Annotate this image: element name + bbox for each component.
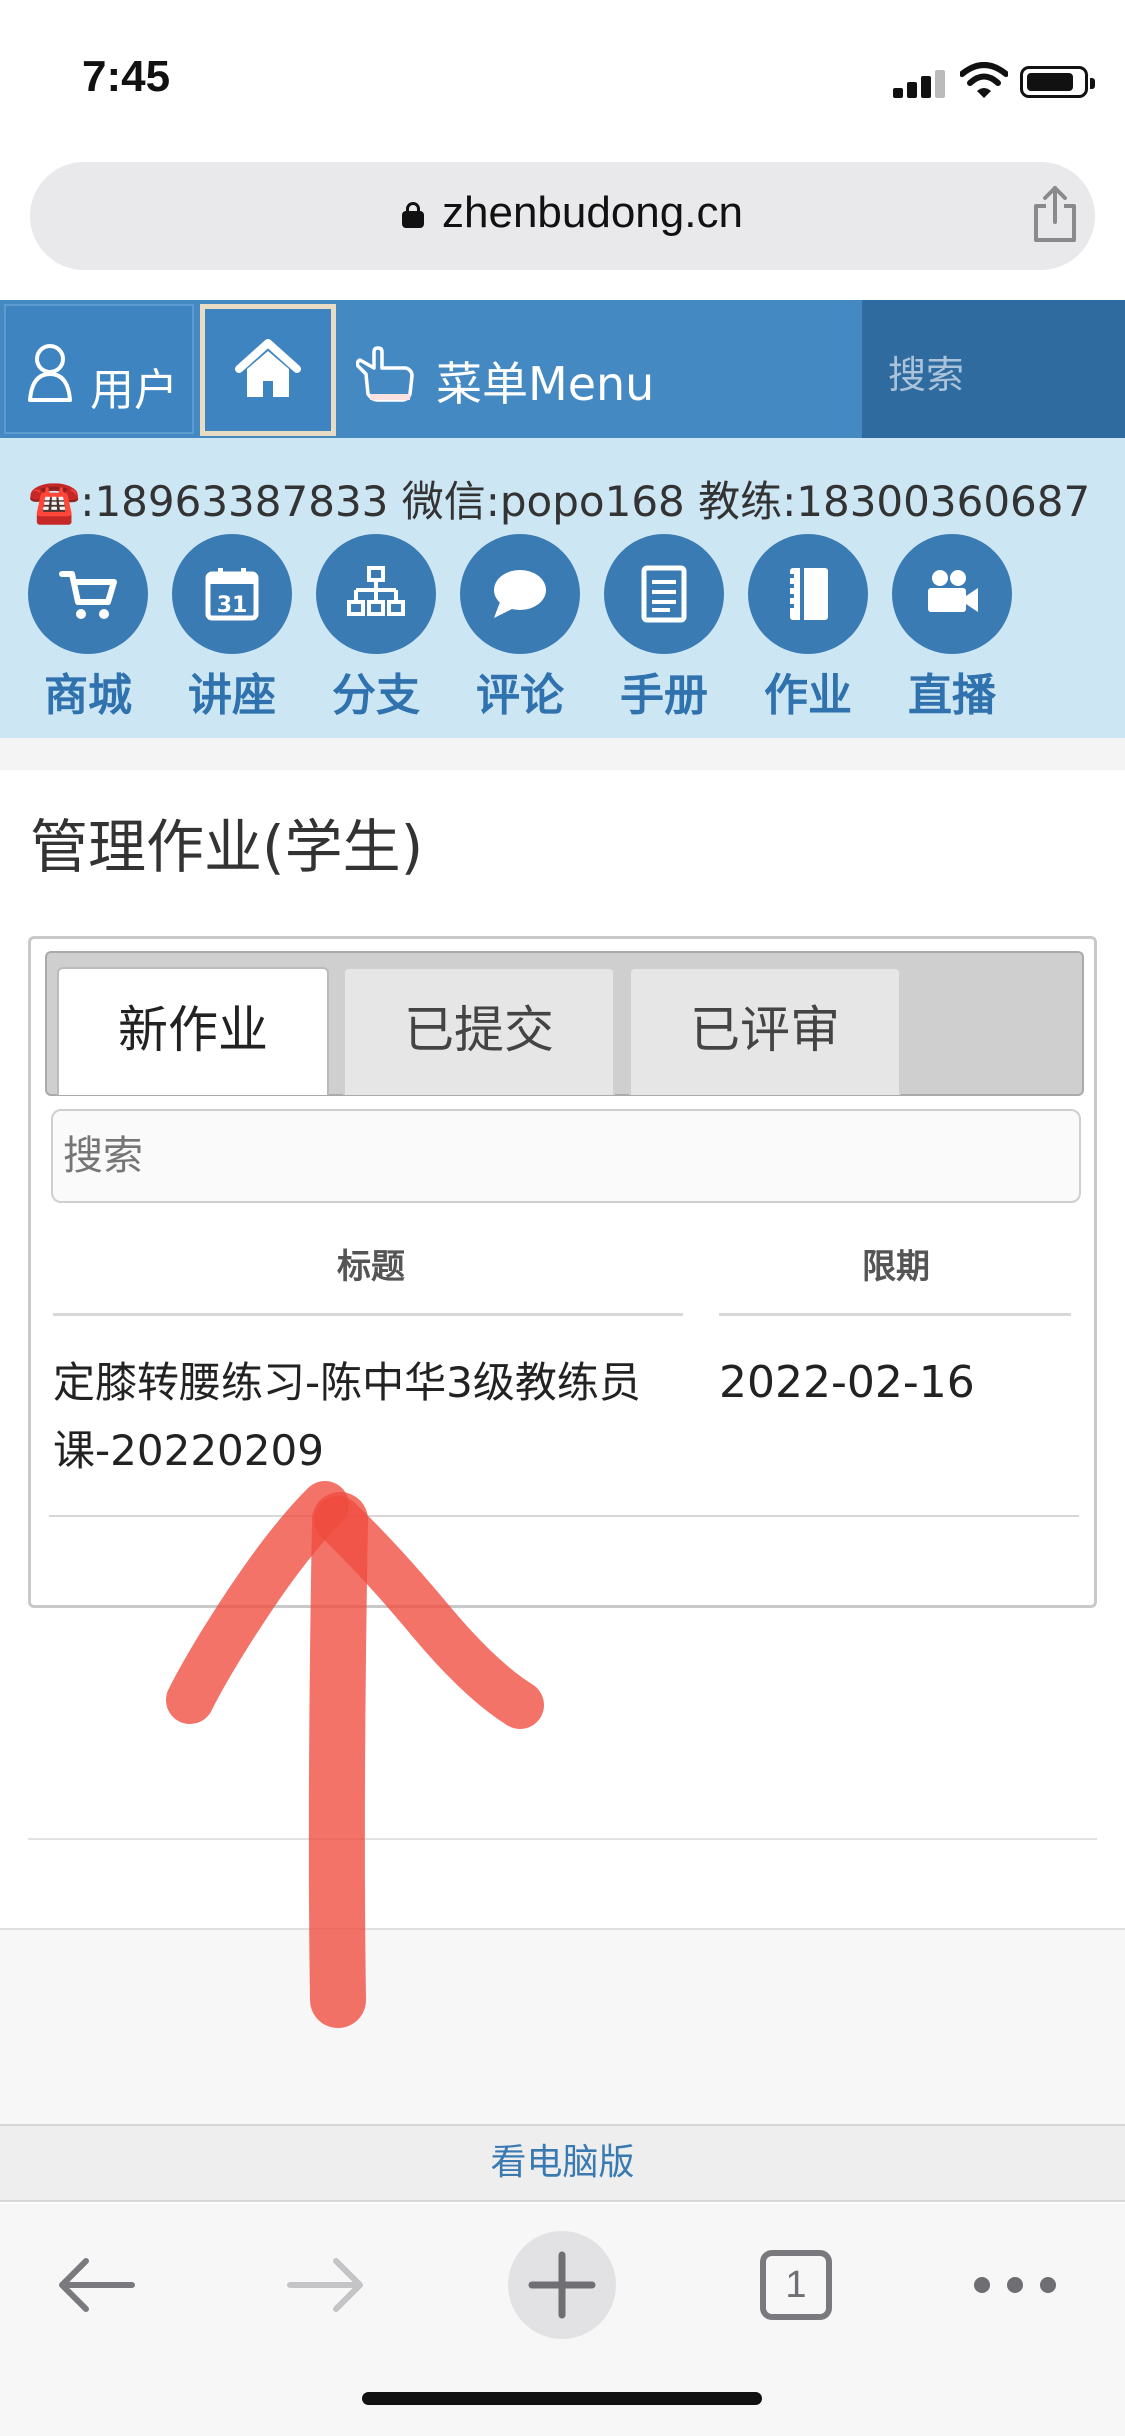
column-header-deadline[interactable]: 限期 (721, 1239, 1071, 1288)
top-nav: 用户 菜单Menu 搜索 (0, 300, 1125, 438)
quick-link-label: 讲座 (188, 670, 276, 721)
notebook-icon (786, 568, 828, 620)
tab-submitted[interactable]: 已提交 (343, 967, 615, 1095)
pointing-hand-icon[interactable] (356, 346, 416, 402)
quick-link-label: 手册 (620, 670, 708, 721)
home-icon (235, 339, 301, 397)
quick-link-comments[interactable]: 评论 (460, 534, 580, 721)
homework-panel: 新作业 已提交 已评审 标题 限期 定膝转腰练习-陈中华3级教练员课-20220… (28, 936, 1097, 1608)
home-button[interactable] (200, 304, 336, 436)
forward-arrow-icon[interactable] (272, 2230, 382, 2340)
comment-icon (494, 570, 546, 618)
tab-bar: 新作业 已提交 已评审 (45, 951, 1084, 1096)
quick-link-label: 商城 (44, 670, 132, 721)
video-camera-icon (928, 570, 978, 612)
quick-link-homework[interactable]: 作业 (748, 534, 868, 721)
quick-link-label: 作业 (764, 670, 852, 721)
book-icon (641, 565, 687, 623)
home-indicator (362, 2392, 762, 2405)
menu-label[interactable]: 菜单Menu (436, 348, 654, 414)
quick-link-handbook[interactable]: 手册 (604, 534, 724, 721)
calendar-icon: 31 (205, 568, 259, 621)
more-dots-icon[interactable] (960, 2230, 1070, 2340)
tab-new-homework[interactable]: 新作业 (57, 967, 329, 1095)
cart-icon (59, 571, 117, 619)
new-tab-plus-icon[interactable] (507, 2230, 617, 2340)
nav-search[interactable]: 搜索 (862, 300, 1125, 438)
lock-icon (402, 202, 424, 228)
share-icon[interactable] (1030, 184, 1080, 244)
tabs-button[interactable]: 1 (742, 2230, 852, 2340)
contact-info: ☎️:18963387833 微信:popo168 教练:18300360687 (28, 468, 1090, 529)
user-icon (28, 344, 72, 402)
header-divider (719, 1313, 1071, 1316)
page-title: 管理作业(学生) (30, 813, 424, 881)
telephone-icon: ☎️ (28, 477, 81, 526)
tabs-count: 1 (760, 2250, 832, 2320)
contact-text: :18963387833 微信:popo168 教练:18300360687 (80, 477, 1091, 526)
status-time: 7:45 (82, 52, 171, 101)
column-header-title[interactable]: 标题 (51, 1239, 691, 1288)
desktop-version-link[interactable]: 看电脑版 (0, 2124, 1125, 2202)
tab-reviewed[interactable]: 已评审 (629, 967, 901, 1095)
footer-area (0, 1928, 1125, 2124)
quick-links-band: ☎️:18963387833 微信:popo168 教练:18300360687… (0, 438, 1125, 738)
sitemap-icon (347, 566, 405, 616)
battery-icon (1020, 66, 1095, 98)
header-divider (53, 1313, 683, 1316)
back-arrow-icon[interactable] (40, 2230, 150, 2340)
user-button[interactable]: 用户 (4, 304, 194, 434)
row-divider (49, 1515, 1079, 1517)
quick-link-label: 直播 (908, 670, 996, 721)
wifi-icon (960, 62, 1008, 98)
divider (28, 1838, 1097, 1840)
section-divider (0, 738, 1125, 770)
nav-search-placeholder[interactable]: 搜索 (888, 344, 964, 399)
homework-title-link[interactable]: 定膝转腰练习-陈中华3级教练员课-20220209 (53, 1349, 693, 1485)
quick-link-live[interactable]: 直播 (892, 534, 1012, 721)
homework-search-input[interactable] (51, 1109, 1081, 1203)
user-label: 用户 (90, 365, 178, 416)
address-bar[interactable]: zhenbudong.cn (30, 162, 1095, 270)
quick-link-shop[interactable]: 商城 (28, 534, 148, 721)
cellular-signal-icon (893, 70, 945, 98)
quick-link-branches[interactable]: 分支 (316, 534, 436, 721)
quick-link-label: 评论 (476, 670, 564, 721)
homework-deadline: 2022-02-16 (719, 1357, 975, 1408)
quick-link-lectures[interactable]: 31 讲座 (172, 534, 292, 721)
svg-text:31: 31 (217, 593, 248, 618)
status-bar: 7:45 (0, 0, 1125, 150)
url-text[interactable]: zhenbudong.cn (442, 188, 743, 238)
quick-link-label: 分支 (332, 670, 420, 721)
